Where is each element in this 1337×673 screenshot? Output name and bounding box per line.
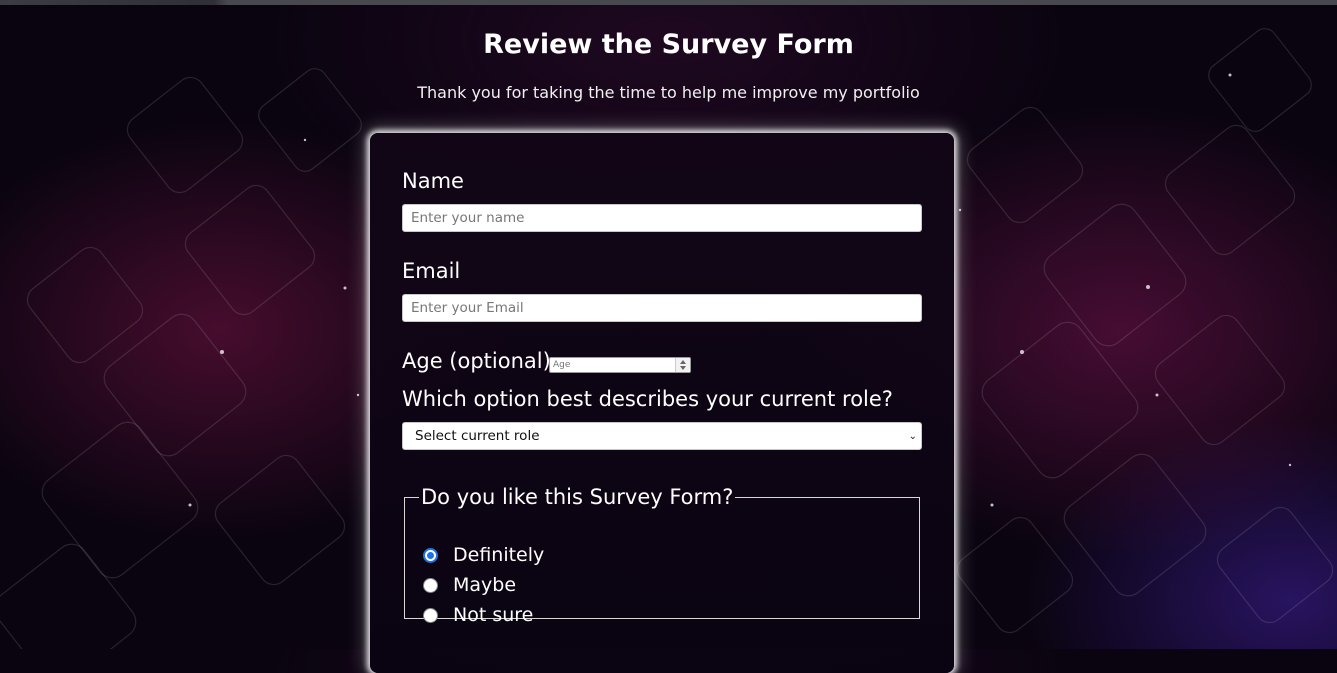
spinner-down-icon[interactable] xyxy=(680,366,686,370)
spinner-up-icon[interactable] xyxy=(680,360,686,364)
age-input[interactable] xyxy=(549,357,691,373)
radio-button[interactable] xyxy=(423,607,438,623)
name-input[interactable] xyxy=(402,204,922,232)
chevron-down-icon: ⌄ xyxy=(908,431,917,442)
radio-label: Maybe xyxy=(453,574,517,596)
like-legend: Do you like this Survey Form? xyxy=(421,485,734,509)
page-title: Review the Survey Form xyxy=(483,29,854,60)
email-input[interactable] xyxy=(402,294,922,322)
radio-option-maybe[interactable]: Maybe xyxy=(423,574,516,596)
like-fieldset: Do you like this Survey Form? Definitely… xyxy=(404,485,920,626)
name-label: Name xyxy=(402,169,464,193)
role-select[interactable]: Select current role ⌄ xyxy=(402,422,922,450)
page-subtitle: Thank you for taking the time to help me… xyxy=(417,83,920,102)
survey-form: Name Email Age (optional) Which option b… xyxy=(370,133,954,673)
radio-button[interactable] xyxy=(423,547,438,563)
spinner-icon[interactable] xyxy=(675,358,690,372)
role-label: Which option best describes your current… xyxy=(402,387,893,411)
radio-button[interactable] xyxy=(423,577,438,593)
radio-option-definitely[interactable]: Definitely xyxy=(423,544,544,566)
role-select-value: Select current role xyxy=(415,428,540,444)
age-label: Age (optional) xyxy=(402,349,551,373)
radio-label: Not sure xyxy=(453,604,534,626)
email-label: Email xyxy=(402,259,461,283)
radio-label: Definitely xyxy=(453,544,545,566)
radio-option-not-sure[interactable]: Not sure xyxy=(423,604,533,626)
